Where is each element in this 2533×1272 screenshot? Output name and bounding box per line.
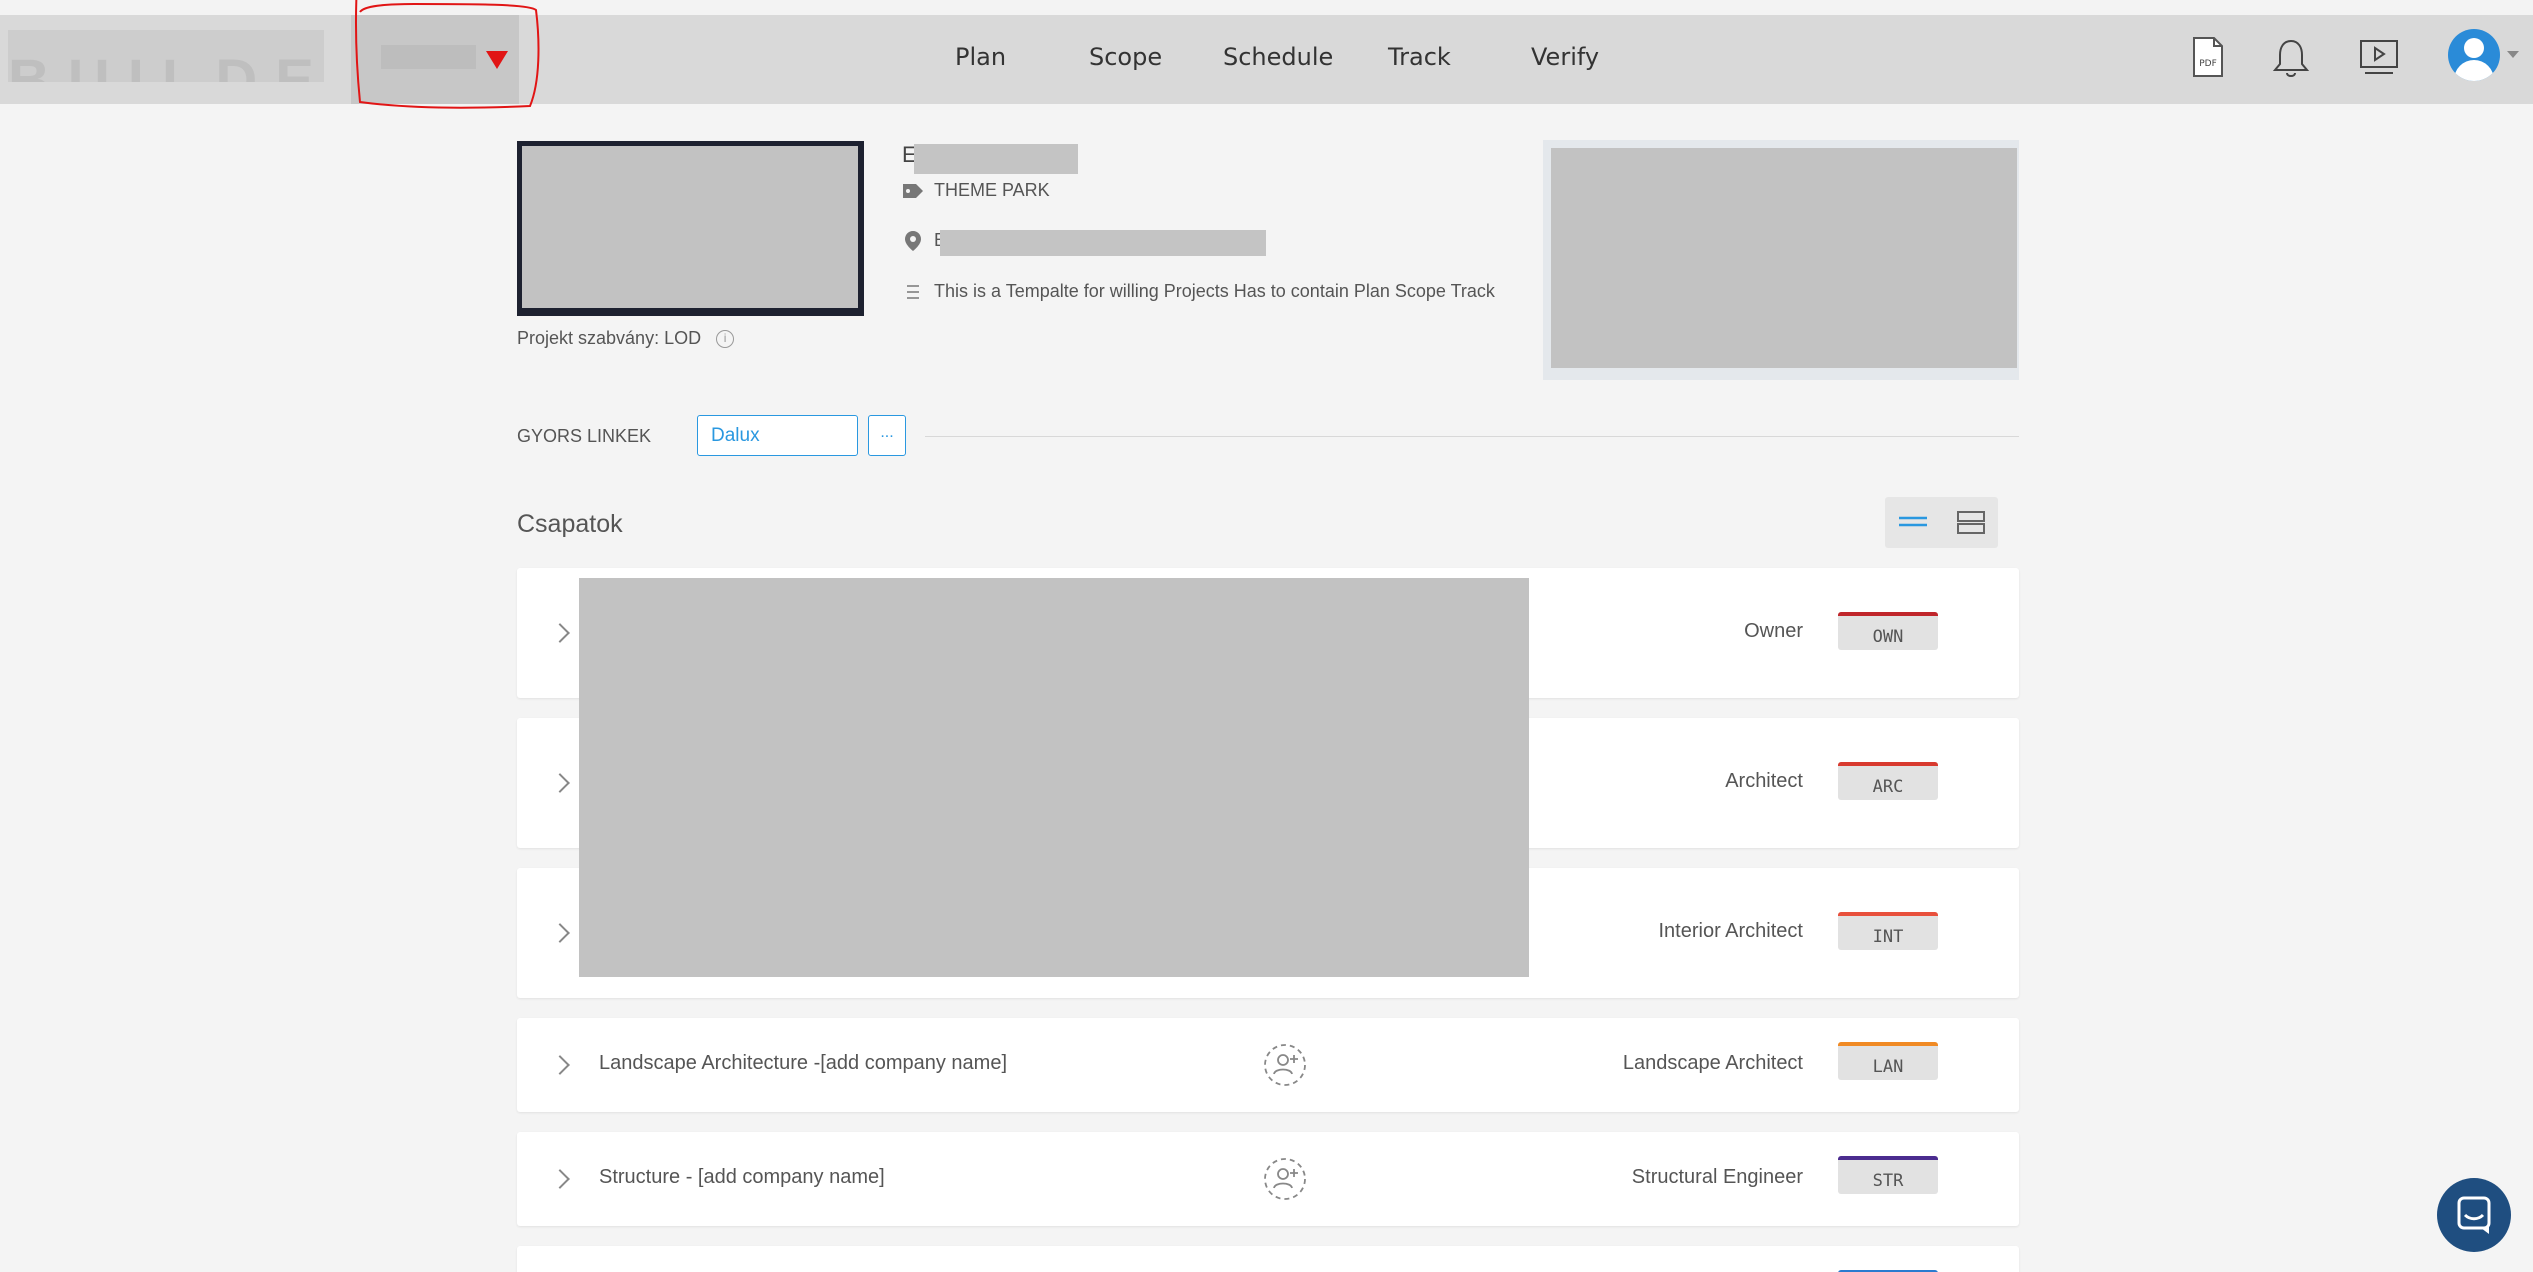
add-member-icon[interactable] bbox=[1262, 1156, 1308, 1202]
project-selector[interactable] bbox=[351, 15, 519, 104]
compact-list-view-icon[interactable] bbox=[1897, 509, 1929, 535]
info-icon[interactable]: i bbox=[716, 330, 735, 349]
redacted-team-names bbox=[579, 578, 1529, 977]
browser-top-strip bbox=[0, 0, 2533, 15]
nav-track[interactable]: Track bbox=[1388, 43, 1451, 71]
quick-links-label: GYORS LINKEK bbox=[517, 426, 652, 446]
project-standard-label: Projekt szabvány: bbox=[517, 328, 660, 348]
project-type: THEME PARK bbox=[934, 180, 1050, 200]
bell-icon[interactable] bbox=[2272, 37, 2310, 79]
chevron-right-icon[interactable] bbox=[550, 623, 570, 643]
chevron-right-icon[interactable] bbox=[550, 1169, 570, 1189]
tag-icon bbox=[903, 184, 923, 199]
top-navbar: BUILDER Plan Scope Schedule Track Verify… bbox=[0, 15, 2533, 104]
project-description: This is a Tempalte for willing Projects … bbox=[934, 281, 1495, 301]
project-address-redacted bbox=[940, 230, 1266, 256]
chevron-right-icon[interactable] bbox=[550, 773, 570, 793]
quick-link-dalux[interactable]: Dalux bbox=[697, 415, 858, 456]
nav-verify[interactable]: Verify bbox=[1531, 43, 1599, 71]
team-row[interactable]: Structure - [add company name] Structura… bbox=[517, 1132, 2019, 1226]
nav-plan[interactable]: Plan bbox=[955, 43, 1006, 71]
team-name: Structure - [add company name] bbox=[599, 1166, 885, 1188]
chat-launcher-button[interactable] bbox=[2437, 1178, 2511, 1252]
logo-text: BUILDER bbox=[8, 48, 324, 83]
team-row[interactable] bbox=[517, 1246, 2019, 1272]
project-selector-redacted-name bbox=[381, 45, 476, 69]
avatar-body bbox=[2454, 60, 2494, 81]
chevron-down-icon[interactable] bbox=[2507, 51, 2519, 58]
team-role: Landscape Architect bbox=[1622, 1052, 1803, 1074]
project-map[interactable] bbox=[1543, 140, 2019, 380]
project-thumbnail-redacted bbox=[522, 146, 858, 308]
project-description-row: This is a Tempalte for willing Projects … bbox=[902, 281, 1495, 302]
nav-schedule[interactable]: Schedule bbox=[1223, 43, 1333, 71]
team-role: Structural Engineer bbox=[1631, 1166, 1803, 1188]
project-name: E bbox=[902, 142, 1078, 174]
project-type-row: THEME PARK bbox=[902, 180, 1050, 201]
teams-title: Csapatok bbox=[517, 510, 623, 538]
chevron-down-icon[interactable] bbox=[486, 51, 508, 69]
pdf-icon[interactable]: PDF bbox=[2191, 36, 2225, 78]
add-member-icon[interactable] bbox=[1262, 1042, 1308, 1088]
location-pin-icon bbox=[905, 231, 921, 252]
team-role: Architect bbox=[1725, 770, 1803, 792]
quick-links-divider bbox=[925, 436, 2019, 437]
team-role-badge: STR bbox=[1838, 1156, 1938, 1194]
team-role: Interior Architect bbox=[1658, 920, 1803, 942]
team-name: Landscape Architecture -[add company nam… bbox=[599, 1052, 1008, 1074]
map-redacted bbox=[1551, 148, 2017, 368]
project-address-row: E bbox=[902, 230, 1266, 256]
team-row[interactable]: Landscape Architecture -[add company nam… bbox=[517, 1018, 2019, 1112]
avatar-head bbox=[2464, 38, 2484, 58]
logo-redacted: BUILDER bbox=[8, 30, 324, 82]
expanded-list-view-icon[interactable] bbox=[1955, 509, 1987, 535]
chevron-right-icon[interactable] bbox=[550, 923, 570, 943]
svg-text:PDF: PDF bbox=[2199, 59, 2217, 69]
quick-links-more-button[interactable]: ... bbox=[868, 415, 906, 456]
project-name-redacted bbox=[914, 144, 1078, 174]
view-toggle bbox=[1885, 497, 1998, 548]
chevron-right-icon[interactable] bbox=[550, 1055, 570, 1075]
nav-scope[interactable]: Scope bbox=[1089, 43, 1162, 71]
team-role-badge: OWN bbox=[1838, 612, 1938, 650]
project-standard: Projekt szabvány: LOD i bbox=[517, 328, 735, 349]
team-role: Owner bbox=[1744, 620, 1803, 642]
team-role-badge: INT bbox=[1838, 912, 1938, 950]
chat-icon bbox=[2457, 1196, 2491, 1234]
video-tutorial-icon[interactable] bbox=[2359, 39, 2399, 77]
team-role-badge: ARC bbox=[1838, 762, 1938, 800]
project-standard-value: LOD bbox=[664, 328, 702, 348]
user-avatar-icon[interactable] bbox=[2448, 29, 2500, 81]
project-thumbnail bbox=[517, 141, 864, 316]
team-role-badge: LAN bbox=[1838, 1042, 1938, 1080]
description-lines-icon bbox=[907, 285, 919, 300]
